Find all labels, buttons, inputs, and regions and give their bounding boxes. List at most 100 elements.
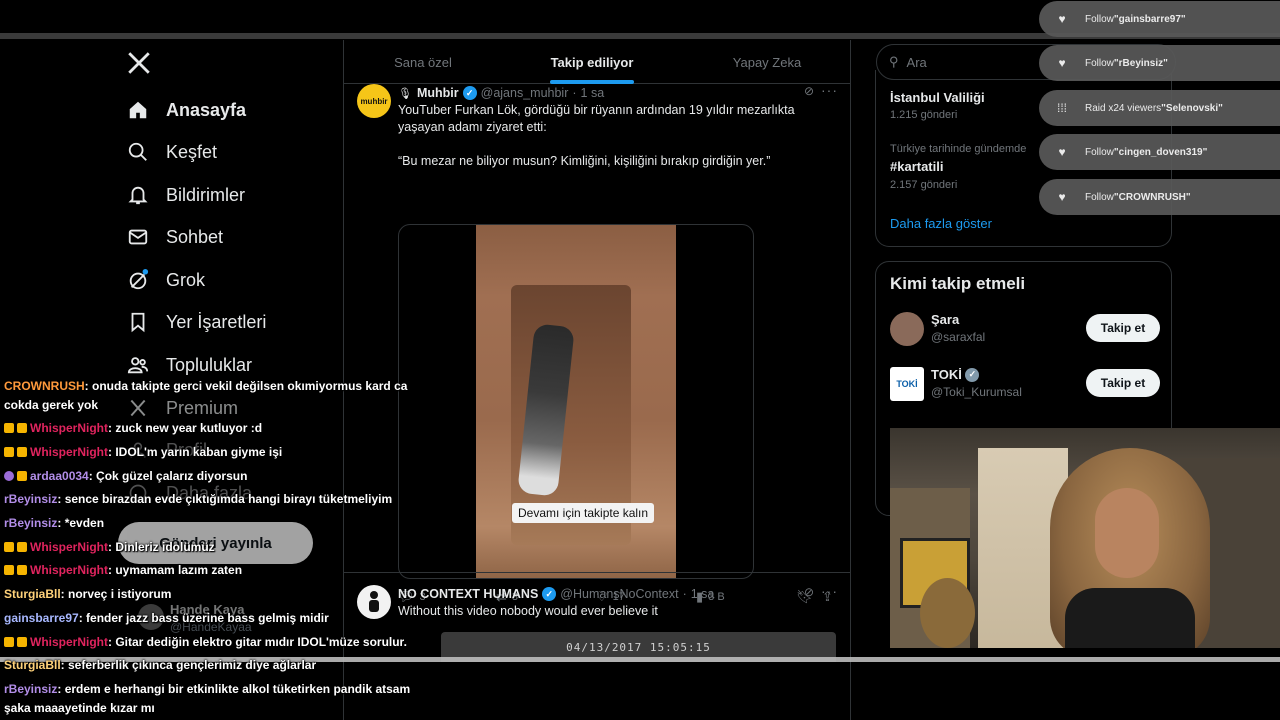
chat-message: şaka maaayetinde kızar mı [4, 700, 155, 716]
grok-explain-icon[interactable]: ⊘ [804, 585, 814, 599]
chat-text: : Dinleriz idolümüz [108, 540, 215, 554]
chat-message: CROWNRUSH: onuda takipte gerci vekil değ… [4, 378, 407, 394]
avatar[interactable] [890, 312, 924, 346]
trend-title[interactable]: #kartatili [890, 159, 943, 174]
user-name[interactable]: Şara [931, 312, 959, 327]
chat-message: SturgiaBll: norveç i istiyorum [4, 586, 171, 602]
x-logo-icon[interactable] [126, 50, 154, 78]
stream-alert: ♥ Follow "rBeyinsiz" [1039, 45, 1280, 81]
mail-icon [126, 225, 150, 249]
stream-alert: ♥ Follow "gainsbarre97" [1039, 1, 1280, 37]
heart-icon: ♥ [1058, 12, 1066, 26]
dot-separator: · [572, 86, 577, 100]
chat-user: gainsbarre97 [4, 611, 79, 625]
alert-user: "cingen_doven319" [1113, 146, 1208, 158]
chat-user: rBeyinsiz [4, 492, 58, 506]
chat-text: : erdem e herhangi bir etkinlikte alkol … [57, 682, 411, 696]
tweet[interactable]: muhbir 🎙 Muhbir ✓ @ajans_muhbir · 1 sa ⊘… [344, 82, 850, 604]
chat-message: gainsbarre97: fender jazz bass üzerine b… [4, 610, 329, 626]
chat-text: şaka maaayetinde kızar mı [4, 701, 155, 715]
search-icon: ⚲ [889, 54, 899, 69]
tweet-author-name[interactable]: Muhbir [417, 86, 459, 100]
tweet-time[interactable]: 1 sa [691, 587, 715, 601]
badge-icon [4, 565, 14, 575]
webcam-overlay [890, 428, 1280, 648]
nav-item-home[interactable]: Anasayfa [126, 92, 246, 128]
tweet-author-name[interactable]: NO CONTEXT HUMANS [398, 587, 538, 601]
nav-item-notifications[interactable]: Bildirimler [126, 177, 245, 213]
avatar[interactable]: TOKİ [890, 367, 924, 401]
chat-user: WhisperNight [30, 540, 108, 554]
trend-posts: 1.215 gönderi [890, 109, 958, 121]
tweet-text: Without this video nobody would ever bel… [398, 604, 658, 618]
dot-separator: · [682, 587, 687, 601]
search-placeholder: Ara [906, 54, 927, 70]
tab-ai[interactable]: Yapay Zeka [684, 40, 850, 84]
tweet-author-handle[interactable]: @ajans_muhbir [481, 86, 569, 100]
chat-message: WhisperNight: Dinleriz idolümüz [4, 539, 215, 555]
video-frame[interactable]: Devamı için takipte kalın [476, 225, 676, 578]
chat-user: SturgiaBll [4, 658, 61, 672]
avatar[interactable]: muhbir [357, 84, 391, 118]
alert-text: Follow [1085, 57, 1114, 69]
avatar[interactable] [357, 585, 391, 619]
alert-user: "CROWNRUSH" [1113, 191, 1191, 203]
follow-suggestion[interactable]: TOKİ TOKİ ✓ @Toki_Kurumsal Takip et [890, 365, 1160, 405]
follow-button[interactable]: Takip et [1086, 314, 1160, 342]
chat-user: ardaa0034 [30, 469, 89, 483]
chat-message: WhisperNight: zuck new year kutluyor :d [4, 420, 262, 436]
nav-item-chat[interactable]: Sohbet [126, 219, 223, 255]
tab-for-you[interactable]: Sana özel [344, 40, 502, 84]
more-options-icon[interactable]: ··· [821, 82, 838, 98]
badge-icon [17, 471, 27, 481]
trend-posts: 2.157 gönderi [890, 179, 958, 191]
chat-text: : IDOL'm yarın kaban giyme işi [108, 445, 283, 459]
panel-title: Kimi takip etmeli [890, 274, 1026, 293]
trend-title[interactable]: İstanbul Valiliği [890, 90, 985, 105]
more-options-icon[interactable]: ··· [821, 583, 838, 599]
trend-context: Türkiye tarihinde gündemde [890, 143, 1027, 155]
verified-badge-icon: ✓ [965, 367, 980, 382]
show-more-link[interactable]: Daha fazla göster [890, 216, 992, 231]
follow-button[interactable]: Takip et [1086, 369, 1160, 397]
home-icon [126, 98, 150, 122]
alert-user: "gainsbarre97" [1113, 13, 1186, 25]
nav-item-label: Keşfet [166, 141, 218, 162]
chat-text: : norveç i istiyorum [60, 587, 172, 601]
nav-item-label: Premium [166, 397, 239, 418]
follow-suggestion[interactable]: Şara @saraxfal Takip et [890, 310, 1160, 350]
nav-item-explore[interactable]: Keşfet [126, 134, 217, 170]
stream-alert: ♥ Follow "cingen_doven319" [1039, 134, 1280, 170]
badge-icon [4, 471, 14, 481]
chat-message: cokda gerek yok [4, 397, 98, 413]
user-handle: @Toki_Kurumsal [931, 385, 1022, 399]
tweet-header: NO CONTEXT HUMANS ✓ @HumansNoContext · 1… [398, 585, 714, 603]
nav-item-label: Grok [166, 269, 206, 290]
nav-item-label: Bildirimler [166, 184, 246, 205]
heart-icon: ♥ [1058, 190, 1066, 204]
tweet-media[interactable]: Devamı için takipte kalın [398, 224, 754, 579]
tab-following[interactable]: Takip ediliyor [512, 40, 672, 84]
alert-text: Raid x24 viewers [1085, 102, 1162, 114]
nav-item-bookmarks[interactable]: Yer İşaretleri [126, 304, 266, 340]
nav-item-grok[interactable]: Grok [126, 262, 205, 298]
chat-text: : seferberlik çıkınca gençlerimiz diye a… [60, 658, 317, 672]
user-name[interactable]: TOKİ ✓ [931, 367, 980, 382]
badge-icon [17, 542, 27, 552]
divider [344, 572, 850, 573]
chat-text: : Gitar dediğin elektro gitar mıdır IDOL… [108, 635, 407, 649]
badge-icon [17, 447, 27, 457]
chat-message: WhisperNight: uymamam lazım zaten [4, 562, 242, 578]
chat-text: : zuck new year kutluyor :d [108, 421, 263, 435]
chat-message: WhisperNight: IDOL'm yarın kaban giyme i… [4, 444, 282, 460]
video-caption: Devamı için takipte kalın [512, 503, 655, 523]
tweet-author-handle[interactable]: @HumansNoContext [560, 587, 678, 601]
alert-text: Follow [1085, 13, 1114, 25]
badge-icon [17, 565, 27, 575]
nav-item-label: Topluluklar [166, 354, 253, 375]
tweet-time[interactable]: 1 sa [581, 86, 605, 100]
person-silhouette-icon [369, 591, 379, 612]
grok-explain-icon[interactable]: ⊘ [804, 84, 814, 98]
people-icon [126, 353, 150, 377]
badge-icon [17, 637, 27, 647]
